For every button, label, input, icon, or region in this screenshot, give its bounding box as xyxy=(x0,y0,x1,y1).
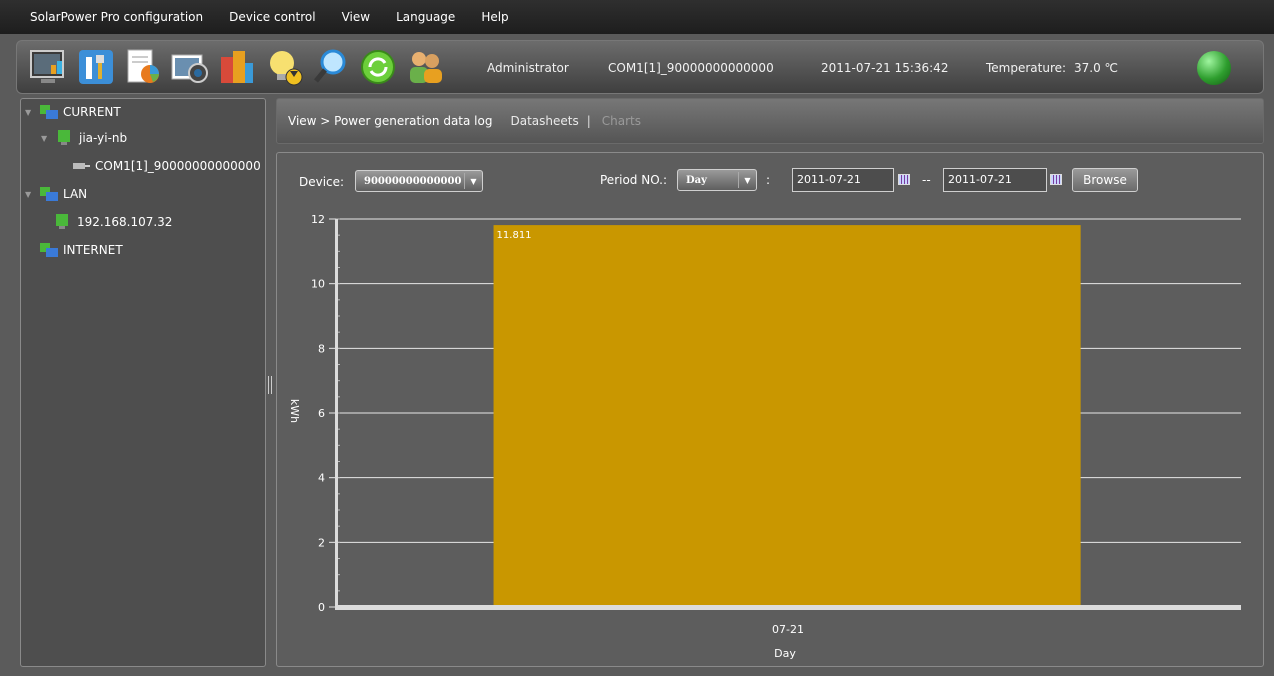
chevron-down-icon: ▼ xyxy=(464,173,482,189)
breadcrumb: View > Power generation data log Datashe… xyxy=(276,98,1264,144)
y-tick-label: 0 xyxy=(318,601,325,614)
date-to-input[interactable]: 2011-07-21 xyxy=(943,168,1047,192)
tree-item-host[interactable]: ▼ jia-yi-nb xyxy=(41,129,127,147)
network-icon xyxy=(40,105,58,119)
menu-device-control[interactable]: Device control xyxy=(216,10,328,24)
device-select[interactable]: 90000000000000 ▼ xyxy=(355,170,483,192)
x-tick-label: 07-21 xyxy=(772,623,804,636)
colon-separator: : xyxy=(766,173,771,187)
magnifier-icon[interactable] xyxy=(311,47,351,87)
y-tick-label: 4 xyxy=(318,472,325,485)
connection-status-icon xyxy=(1197,51,1231,85)
tab-datasheets[interactable]: Datasheets xyxy=(510,114,578,128)
y-tick-label: 12 xyxy=(311,213,325,226)
expand-arrow-icon[interactable]: ▼ xyxy=(25,108,35,117)
computer-icon xyxy=(58,130,70,145)
refresh-icon[interactable] xyxy=(358,47,398,87)
panel-splitter[interactable] xyxy=(268,376,272,394)
period-label: Period NO.: xyxy=(600,173,668,187)
tree-item-port[interactable]: COM1[1]_90000000000000 xyxy=(69,157,261,175)
y-tick-label: 8 xyxy=(318,342,325,355)
breadcrumb-path: View > Power generation data log xyxy=(288,114,493,128)
network-icon xyxy=(40,187,58,201)
camera-icon[interactable] xyxy=(170,47,210,87)
tree-item-internet[interactable]: INTERNET xyxy=(37,241,123,259)
date-from-input[interactable]: 2011-07-21 xyxy=(792,168,894,192)
period-select[interactable]: Day ▼ xyxy=(677,169,757,191)
monitor-icon[interactable] xyxy=(29,47,69,87)
chart-panel: Device: 90000000000000 ▼ Period NO.: Day… xyxy=(276,152,1264,667)
device-tree: ▼ CURRENT ▼ jia-yi-nb COM1[1]_9000000000… xyxy=(20,98,266,667)
menu-view[interactable]: View xyxy=(329,10,383,24)
menu-language[interactable]: Language xyxy=(383,10,468,24)
date-separator: -- xyxy=(922,173,931,187)
tree-label-lan: LAN xyxy=(63,187,88,201)
menu-bar: SolarPower Pro configuration Device cont… xyxy=(0,0,1274,34)
expand-arrow-icon[interactable]: ▼ xyxy=(25,190,35,199)
browse-button[interactable]: Browse xyxy=(1072,168,1138,192)
tree-label-host: jia-yi-nb xyxy=(79,131,128,145)
calendar-icon[interactable] xyxy=(898,174,910,185)
port-name: COM1[1]_90000000000000 xyxy=(608,61,774,75)
y-tick-label: 10 xyxy=(311,278,325,291)
expand-arrow-icon[interactable]: ▼ xyxy=(41,134,51,143)
device-select-value: 90000000000000 xyxy=(364,175,462,187)
datetime: 2011-07-21 15:36:42 xyxy=(821,61,949,75)
calendar-icon[interactable] xyxy=(1050,174,1062,185)
report-icon[interactable] xyxy=(123,47,163,87)
bar[interactable] xyxy=(493,225,1081,605)
bulb-icon[interactable] xyxy=(264,47,304,87)
menu-help[interactable]: Help xyxy=(468,10,521,24)
tree-label-current: CURRENT xyxy=(63,105,121,119)
y-axis-label: kWh xyxy=(288,399,301,423)
temperature-value: 37.0 ℃ xyxy=(1074,61,1119,75)
y-axis xyxy=(335,219,338,607)
y-tick-label: 2 xyxy=(318,536,325,549)
tree-item-ip[interactable]: 192.168.107.32 xyxy=(51,213,172,231)
x-axis xyxy=(335,605,1241,610)
tree-item-current[interactable]: ▼ CURRENT xyxy=(25,103,121,121)
tree-item-lan[interactable]: ▼ LAN xyxy=(25,185,87,203)
user-name: Administrator xyxy=(487,61,569,75)
menu-configuration[interactable]: SolarPower Pro configuration xyxy=(0,10,216,24)
building-icon[interactable] xyxy=(217,47,257,87)
bar-chart: 11.811 0 2 4 6 8 10 12 07-21 kWh Day xyxy=(288,213,1241,660)
tree-label-ip: 192.168.107.32 xyxy=(77,215,173,229)
toolbar: Administrator COM1[1]_90000000000000 201… xyxy=(16,40,1264,94)
bar-data-label: 11.811 xyxy=(497,230,532,241)
period-select-value: Day xyxy=(686,174,707,186)
tree-label-internet: INTERNET xyxy=(63,243,123,257)
tools-icon[interactable] xyxy=(76,47,116,87)
tree-label-port: COM1[1]_90000000000000 xyxy=(95,159,261,173)
y-tick-label: 6 xyxy=(318,407,325,420)
temperature-label: Temperature: xyxy=(986,61,1067,75)
users-icon[interactable] xyxy=(405,47,445,87)
device-label: Device: xyxy=(299,175,345,189)
x-axis-label: Day xyxy=(774,647,796,660)
computer-icon xyxy=(56,214,68,229)
network-icon xyxy=(40,243,58,257)
tab-charts[interactable]: Charts xyxy=(602,114,641,128)
plug-icon xyxy=(73,163,90,169)
chart-bars: 11.811 xyxy=(493,225,1081,605)
chevron-down-icon: ▼ xyxy=(738,172,756,188)
tab-separator: | xyxy=(586,114,591,128)
